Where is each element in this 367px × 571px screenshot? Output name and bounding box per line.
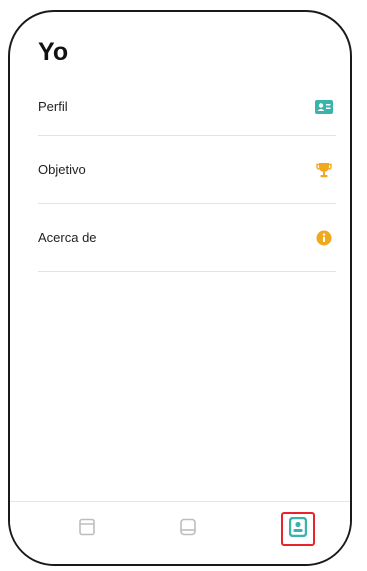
menu-item-label: Objetivo [38, 162, 86, 177]
tab-device[interactable] [171, 512, 205, 546]
tab-profile[interactable] [281, 512, 315, 546]
profile-card-icon [314, 97, 334, 117]
settings-menu: Perfil Objetivo Acerca de [38, 78, 336, 272]
menu-item-about[interactable]: Acerca de [38, 204, 336, 272]
phone-frame: Yo Perfil Objetivo Acerca de [8, 10, 352, 566]
page-title: Yo [38, 38, 69, 66]
bottom-tab-bar [10, 501, 350, 564]
menu-item-label: Acerca de [38, 230, 97, 245]
info-icon [314, 228, 334, 248]
tab-calendar[interactable] [70, 512, 104, 546]
person-icon [288, 516, 308, 542]
menu-item-profile[interactable]: Perfil [38, 78, 336, 136]
trophy-icon [314, 160, 334, 180]
device-icon [180, 518, 196, 541]
calendar-icon [79, 518, 95, 541]
menu-item-goal[interactable]: Objetivo [38, 136, 336, 204]
menu-item-label: Perfil [38, 99, 68, 114]
